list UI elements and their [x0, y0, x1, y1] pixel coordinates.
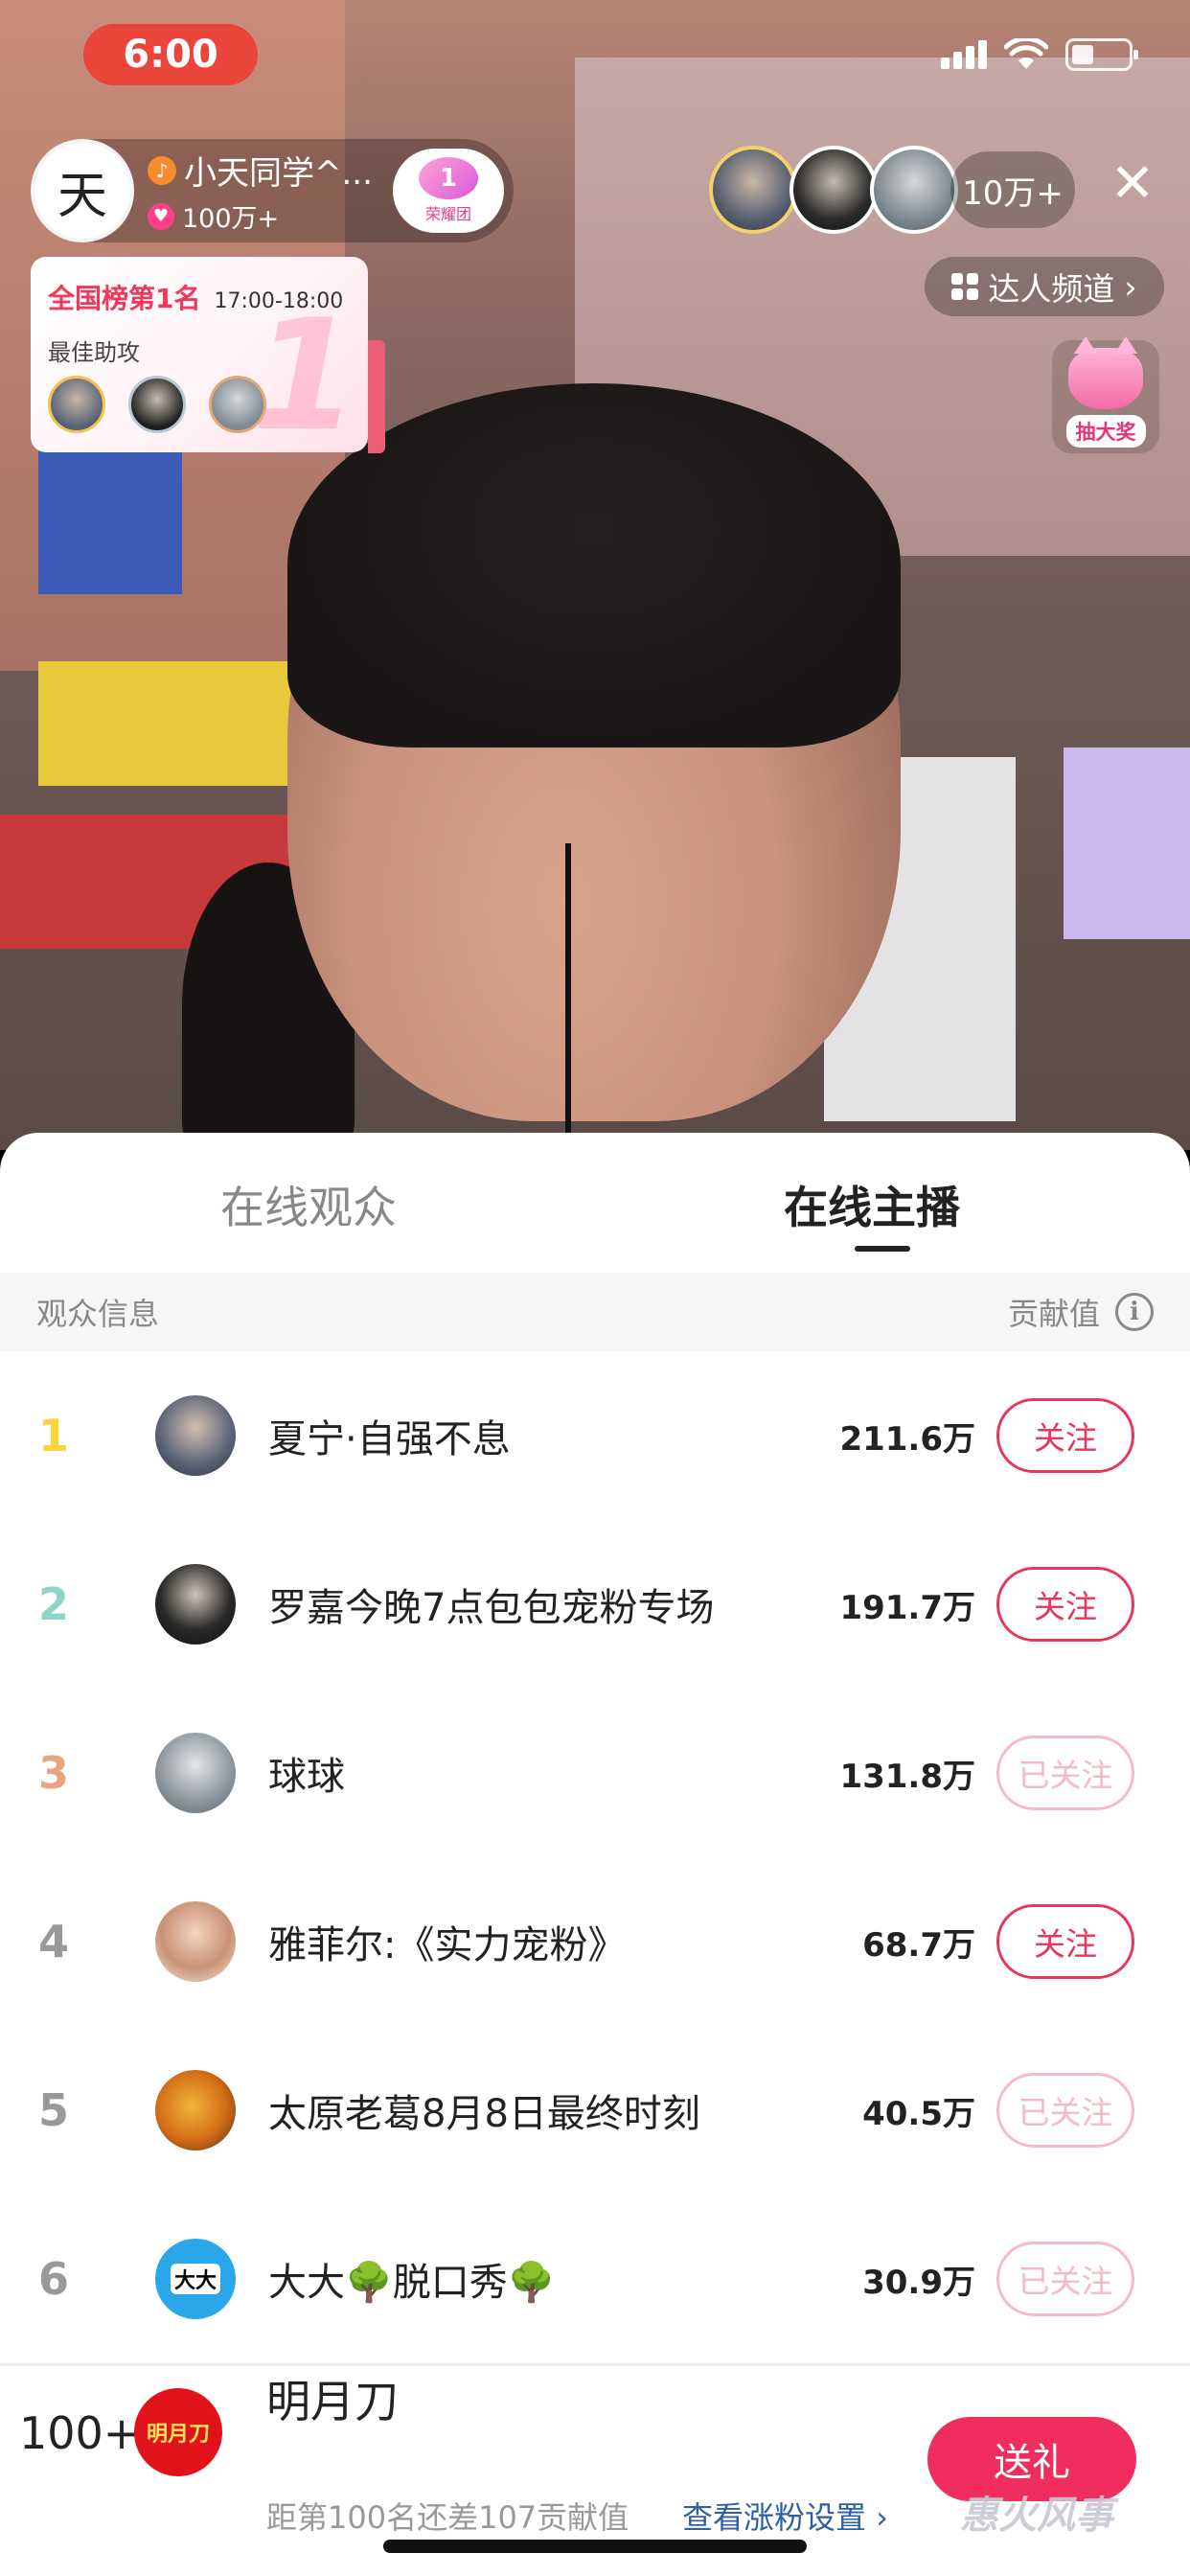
anchor-name: 太原老葛8月8日最终时刻	[268, 2092, 700, 2136]
tab-online-audience[interactable]: 在线观众	[220, 1173, 397, 1236]
rank-number: 5	[38, 2084, 70, 2136]
header-viewer-info: 观众信息	[36, 1296, 160, 1332]
contribution-value: 131.8万	[839, 1757, 975, 1796]
followed-button[interactable]: 已关注	[996, 2073, 1134, 2148]
host-likes: 100万+	[182, 204, 280, 234]
rank-number: 4	[38, 1916, 70, 1967]
channel-button[interactable]: 达人频道 ›	[925, 257, 1164, 316]
rank-card-tab	[368, 340, 385, 453]
heart-icon: ♥	[148, 202, 174, 230]
video-sign	[38, 661, 326, 786]
avatar[interactable]	[155, 1901, 236, 1982]
followed-button[interactable]: 已关注	[996, 1736, 1134, 1810]
assist-avatar[interactable]	[209, 376, 266, 433]
channel-button-label: 达人频道	[988, 270, 1115, 308]
followed-button[interactable]: 已关注	[996, 2242, 1134, 2316]
ranking-list: 1 夏宁·自强不息 211.6万 关注 2 罗嘉今晚7点包包宠粉专场 191.7…	[0, 1351, 1190, 2363]
signal-icon	[941, 40, 987, 69]
viewer-count[interactable]: 10万+	[950, 151, 1075, 228]
follow-button[interactable]: 关注	[996, 1567, 1134, 1642]
chevron-right-icon: ›	[1124, 267, 1137, 306]
anchor-name: 夏宁·自强不息	[268, 1417, 511, 1461]
lottery-label: 抽大奖	[1065, 415, 1146, 448]
contribution-value: 68.7万	[862, 1925, 975, 1965]
watermark: 惠火风事	[960, 2494, 1113, 2538]
contribution-value: 211.6万	[839, 1419, 975, 1459]
wifi-icon	[1004, 38, 1048, 69]
list-item[interactable]: 2 罗嘉今晚7点包包宠粉专场 191.7万 关注	[0, 1520, 1190, 1689]
rank-number: 2	[38, 1578, 70, 1630]
host-name: 小天同学^...	[184, 154, 373, 193]
fan-club-badge[interactable]: 1 荣耀团	[393, 149, 504, 233]
lottery-cat-icon	[1068, 336, 1143, 409]
rank-time-range: 17:00-18:00	[214, 289, 344, 313]
viewer-avatar[interactable]	[790, 146, 878, 234]
rank-number: 1	[38, 1410, 70, 1461]
host-avatar[interactable]: 天	[31, 139, 134, 242]
avatar[interactable]	[155, 1395, 236, 1476]
avatar-text: 大大	[170, 2264, 220, 2294]
close-icon[interactable]: ✕	[1102, 153, 1163, 215]
grid-icon	[951, 273, 979, 300]
earphone-wire	[565, 843, 571, 1150]
list-item[interactable]: 3 球球 131.8万 已关注	[0, 1689, 1190, 1857]
rank-gap-text: 距第100名还差107贡献值	[266, 2499, 629, 2536]
assist-avatar[interactable]	[48, 376, 105, 433]
rank-card[interactable]: 1 全国榜第1名 17:00-18:00 最佳助攻	[31, 257, 368, 452]
anchor-name: 球球	[268, 1755, 345, 1799]
video-sign	[1064, 748, 1190, 939]
anchor-name: 罗嘉今晚7点包包宠粉专场	[268, 1586, 715, 1630]
header-contribution: 贡献值	[1007, 1296, 1100, 1332]
status-icons	[941, 38, 1138, 71]
contribution-value: 191.7万	[839, 1588, 975, 1627]
list-item[interactable]: 4 雅菲尔:《实力宠粉》 68.7万 关注	[0, 1857, 1190, 2026]
avatar[interactable]	[155, 2070, 236, 2150]
viewer-avatar[interactable]	[709, 146, 797, 234]
top-viewer-avatars[interactable]	[709, 146, 958, 234]
info-icon[interactable]: i	[1115, 1293, 1154, 1331]
assist-avatar[interactable]	[128, 376, 186, 433]
list-item[interactable]: 5 太原老葛8月8日最终时刻 40.5万 已关注	[0, 2026, 1190, 2195]
host-card[interactable]: 天 ♪ 小天同学^... ♥ 100万+ 1 荣耀团	[31, 139, 514, 242]
lottery-button[interactable]: 抽大奖	[1052, 336, 1159, 453]
avatar[interactable]	[155, 1564, 236, 1644]
rank-number: 6	[38, 2253, 70, 2305]
avatar[interactable]	[155, 1733, 236, 1813]
list-item[interactable]: 6 大大 大大🌳脱口秀🌳 30.9万 已关注	[0, 2195, 1190, 2363]
fan-badge-level: 1	[419, 157, 478, 199]
my-name: 明月刀	[266, 2376, 399, 2427]
list-item[interactable]: 1 夏宁·自强不息 211.6万 关注	[0, 1351, 1190, 1520]
viewer-avatar[interactable]	[870, 146, 958, 234]
my-rank: 100+	[19, 2407, 141, 2459]
contribution-value: 40.5万	[862, 2094, 975, 2133]
follow-button[interactable]: 关注	[996, 1904, 1134, 1979]
anchor-name: 雅菲尔:《实力宠粉》	[268, 1923, 627, 1967]
divider	[0, 2363, 1190, 2366]
avatar[interactable]: 大大	[155, 2239, 236, 2319]
home-indicator[interactable]	[383, 2540, 807, 2553]
rank-title: 全国榜第1名	[48, 283, 201, 314]
follow-button[interactable]: 关注	[996, 1398, 1134, 1473]
tab-active-indicator	[855, 1246, 910, 1252]
rank-number: 3	[38, 1747, 70, 1799]
best-assist-label: 最佳助攻	[48, 339, 140, 366]
anchor-name: 大大🌳脱口秀🌳	[268, 2261, 556, 2305]
online-list-sheet: 在线观众 在线主播 观众信息 贡献值 i 1 夏宁·自强不息 211.6万 关注…	[0, 1133, 1190, 2576]
fan-settings-link[interactable]: 查看涨粉设置 ›	[682, 2494, 888, 2538]
status-time: 6:00	[83, 24, 258, 85]
contribution-value: 30.9万	[862, 2263, 975, 2302]
battery-icon	[1065, 38, 1138, 71]
my-avatar[interactable]: 明月刀	[134, 2388, 222, 2476]
tab-bar: 在线观众 在线主播	[0, 1133, 1190, 1273]
music-note-icon: ♪	[148, 155, 176, 185]
list-header: 观众信息 贡献值 i	[0, 1273, 1190, 1351]
fan-badge-label: 荣耀团	[424, 205, 471, 223]
tab-online-anchors[interactable]: 在线主播	[784, 1173, 960, 1236]
